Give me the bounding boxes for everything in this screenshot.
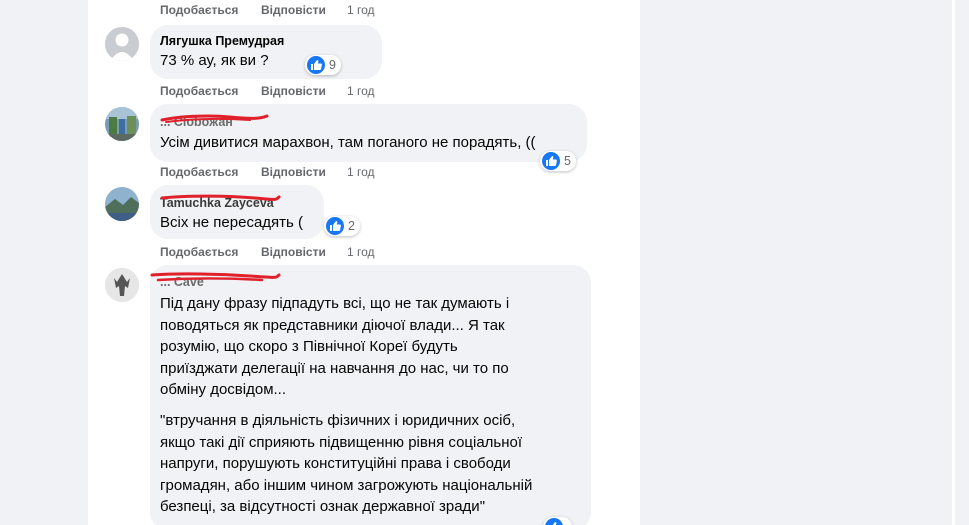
comment-paragraph: "втручання в діяльність фізичних і юриди… (160, 410, 590, 518)
comment-time[interactable]: 1 год (347, 84, 375, 98)
comments-panel: Подобається Відповісти 1 год Лягушка Пре… (88, 0, 640, 525)
reply-link[interactable]: Відповісти (261, 245, 326, 259)
comment-line: поводяться як представники діючої влади.… (160, 316, 505, 334)
comment-line: безпеці, за відсутності ознак державної … (160, 498, 486, 515)
avatar-photo (105, 187, 139, 221)
reaction-number: 5 (564, 154, 571, 168)
redaction-mark (160, 194, 281, 201)
reaction-number: 9 (329, 58, 336, 72)
avatar-photo (105, 107, 139, 141)
like-link[interactable]: Подобається (160, 165, 238, 179)
avatar[interactable] (105, 107, 139, 141)
thumbs-up-icon (326, 217, 344, 235)
reaction-count[interactable]: 9 (305, 55, 341, 75)
comment-line: якщо такі дії сприяють підвищенню рівня … (160, 433, 523, 451)
comment-text: Усім дивитися марахвон, там поганого не … (160, 134, 536, 151)
comment-text: 73 % ау, як ви ? (160, 52, 269, 69)
reply-link[interactable]: Відповісти (261, 84, 326, 98)
comment-paragraph: Під дану фразу підпадуть всі, що не так … (160, 293, 585, 401)
comment-line: громадян, або іншим чином загрожують нац… (160, 476, 533, 494)
thumbs-up-icon (307, 56, 325, 74)
comment-time[interactable]: 1 год (347, 245, 375, 259)
avatar-photo (105, 268, 139, 302)
comment-bubble: Лягушка Премудрая 73 % ау, як ви ? (150, 25, 382, 79)
reaction-count[interactable]: 2 (324, 216, 360, 236)
reaction-count[interactable] (543, 517, 572, 525)
page-edge (952, 0, 955, 525)
comment-time[interactable]: 1 год (347, 165, 375, 179)
default-avatar-icon (105, 27, 139, 61)
comment-line: напруги, порушують конституційні права і… (160, 455, 511, 472)
comment-author[interactable]: Лягушка Премудрая (160, 34, 284, 48)
like-link[interactable]: Подобається (160, 84, 238, 98)
comment-time[interactable]: 1 год (347, 3, 375, 17)
thumbs-up-icon (545, 518, 563, 525)
thumbs-up-icon (542, 152, 560, 170)
reply-link[interactable]: Відповісти (261, 165, 326, 179)
redaction-mark (150, 272, 281, 282)
avatar[interactable] (105, 187, 139, 221)
comment-line: розумію, що скоро з Північної Кореї буду… (160, 338, 458, 355)
comment-line: обміну досвідом... (160, 381, 287, 398)
like-link[interactable]: Подобається (160, 3, 238, 17)
comment-line: "втручання в діяльність фізичних і юриди… (160, 412, 516, 429)
reaction-count[interactable]: 5 (540, 151, 576, 171)
avatar[interactable] (105, 268, 139, 302)
redaction-mark (160, 114, 269, 123)
reaction-number: 2 (348, 219, 355, 233)
like-link[interactable]: Подобається (160, 245, 238, 259)
comment-line: Під дану фразу підпадуть всі, що не так … (160, 295, 510, 312)
avatar[interactable] (105, 27, 139, 61)
comment-line: приїзджати делегації на навчання до нас,… (160, 359, 509, 377)
comment-bubble: ... Cave Під дану фразу підпадуть всі, щ… (150, 265, 591, 525)
comment-text: Всіх не пересадять ( (160, 214, 304, 231)
reply-link[interactable]: Відповісти (261, 3, 326, 17)
